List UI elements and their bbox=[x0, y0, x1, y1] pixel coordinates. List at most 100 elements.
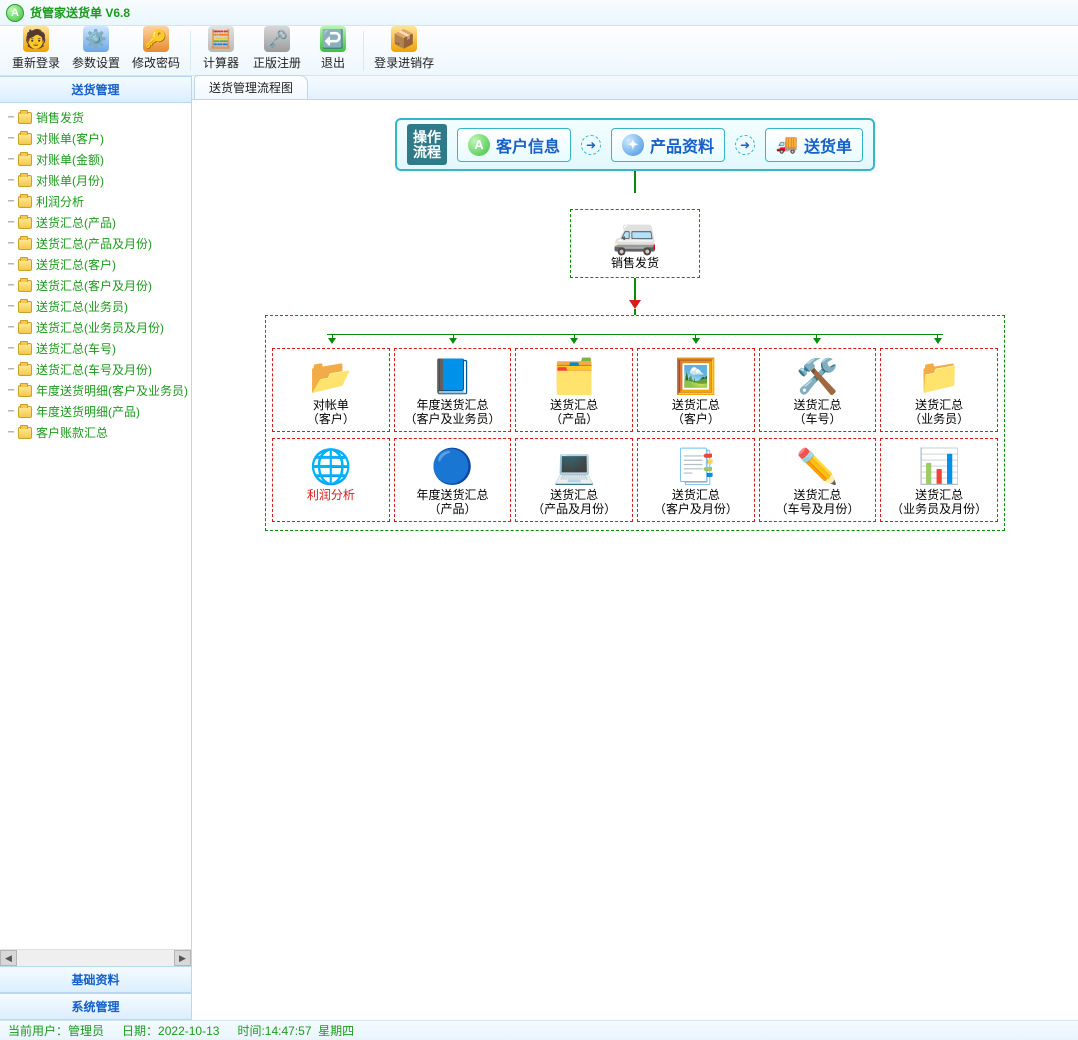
tab-flowchart[interactable]: 送货管理流程图 bbox=[194, 75, 308, 99]
tree-branch-icon: ⋯ bbox=[8, 133, 14, 144]
cell-icon: 🔵 bbox=[397, 445, 509, 489]
tree-item[interactable]: ⋯送货汇总(业务员) bbox=[4, 296, 191, 317]
tabbar: 送货管理流程图 bbox=[192, 76, 1078, 100]
statusbar: 当前用户：管理员 日期：2022-10-13 时间:14:47:57 星期四 bbox=[0, 1020, 1078, 1040]
toolbar-label: 修改密码 bbox=[132, 54, 180, 71]
flow-step-delivery[interactable]: 🚚 送货单 bbox=[765, 128, 863, 162]
folder-icon bbox=[18, 322, 32, 334]
flow-step-label: 送货单 bbox=[804, 133, 852, 157]
tree-item[interactable]: ⋯销售发货 bbox=[4, 107, 191, 128]
tree-item[interactable]: ⋯对账单(金额) bbox=[4, 149, 191, 170]
grid-cell[interactable]: 📑送货汇总 （客户及月份） bbox=[637, 438, 755, 522]
grid-cell[interactable]: 💻送货汇总 （产品及月份） bbox=[515, 438, 633, 522]
tree-item[interactable]: ⋯对账单(月份) bbox=[4, 170, 191, 191]
tree-branch-icon: ⋯ bbox=[8, 154, 14, 165]
toolbar-register-button[interactable]: 🗝️正版注册 bbox=[247, 24, 307, 73]
grid-connector bbox=[272, 326, 998, 344]
cell-label: 利润分析 bbox=[275, 489, 387, 503]
tree-branch-icon: ⋯ bbox=[8, 406, 14, 417]
grid-cell[interactable]: 📘年度送货汇总 （客户及业务员） bbox=[394, 348, 512, 432]
scroll-left-icon[interactable]: ◀ bbox=[0, 950, 17, 966]
tree-item[interactable]: ⋯送货汇总(车号及月份) bbox=[4, 359, 191, 380]
loginjxc-icon: 📦 bbox=[391, 26, 417, 52]
main-area: 送货管理 ⋯销售发货⋯对账单(客户)⋯对账单(金额)⋯对账单(月份)⋯利润分析⋯… bbox=[0, 76, 1078, 1020]
grid-row: 🌐利润分析🔵年度送货汇总 （产品）💻送货汇总 （产品及月份）📑送货汇总 （客户及… bbox=[272, 438, 998, 522]
folder-icon bbox=[18, 133, 32, 145]
toolbar-calc-button[interactable]: 🧮计算器 bbox=[195, 24, 247, 73]
folder-icon bbox=[18, 406, 32, 418]
tree-item-label: 年度送货明细(客户及业务员) bbox=[36, 382, 188, 399]
grid-cell[interactable]: 🌐利润分析 bbox=[272, 438, 390, 522]
flow-connector bbox=[634, 278, 636, 300]
toolbar-chgpwd-button[interactable]: 🔑 修改密码 bbox=[126, 24, 186, 73]
tree-item-label: 送货汇总(业务员及月份) bbox=[36, 319, 164, 336]
folder-icon bbox=[18, 280, 32, 292]
grid-cell[interactable]: 📁送货汇总 （业务员） bbox=[880, 348, 998, 432]
chgpwd-icon: 🔑 bbox=[143, 26, 169, 52]
tree-branch-icon: ⋯ bbox=[8, 217, 14, 228]
tree-item[interactable]: ⋯送货汇总(车号) bbox=[4, 338, 191, 359]
tree-item[interactable]: ⋯ 对账单(客户) bbox=[4, 128, 191, 149]
tree-item[interactable]: ⋯ 年度送货明细(客户及业务员) bbox=[4, 380, 191, 401]
grid-cell[interactable]: 📂对帐单 （客户） bbox=[272, 348, 390, 432]
sidebar-scrollbar[interactable]: ◀ ▶ bbox=[0, 949, 191, 966]
tree-item-label: 送货汇总(客户及月份) bbox=[36, 277, 152, 294]
cell-icon: 💻 bbox=[518, 445, 630, 489]
tree-branch-icon: ⋯ bbox=[8, 385, 14, 396]
sidebar: 送货管理 ⋯销售发货⋯对账单(客户)⋯对账单(金额)⋯对账单(月份)⋯利润分析⋯… bbox=[0, 76, 192, 1020]
tree-item-label: 送货汇总(产品) bbox=[36, 214, 116, 231]
folder-icon bbox=[18, 343, 32, 355]
folder-icon bbox=[18, 385, 32, 397]
cell-icon: 📂 bbox=[275, 355, 387, 399]
flow-arrow-icon: ➜ bbox=[735, 135, 755, 155]
tree-item[interactable]: ⋯送货汇总(产品及月份) bbox=[4, 233, 191, 254]
cell-icon: 🛠️ bbox=[762, 355, 874, 399]
toolbar-relogin-button[interactable]: 🧑重新登录 bbox=[6, 24, 66, 73]
scroll-right-icon[interactable]: ▶ bbox=[174, 950, 191, 966]
tree-branch-icon: ⋯ bbox=[8, 175, 14, 186]
tree-item[interactable]: ⋯送货汇总(业务员及月份) bbox=[4, 317, 191, 338]
tree-item[interactable]: ⋯ 送货汇总(产品) bbox=[4, 212, 191, 233]
tree-item[interactable]: ⋯利润分析 bbox=[4, 191, 191, 212]
content: 送货管理流程图 操作 流程 A 客户信息 ➜ ✦ 产品资料 ➜ 🚚 送货单 bbox=[192, 76, 1078, 1020]
toolbar-label: 正版注册 bbox=[253, 54, 301, 71]
grid-cell[interactable]: 🗂️送货汇总 （产品） bbox=[515, 348, 633, 432]
flow-step-customer[interactable]: A 客户信息 bbox=[457, 128, 571, 162]
app-title: 货管家送货单 V6.8 bbox=[30, 4, 130, 21]
tree-item[interactable]: ⋯送货汇总(客户) bbox=[4, 254, 191, 275]
cell-label: 送货汇总 （客户） bbox=[640, 399, 752, 427]
toolbar-label: 登录进销存 bbox=[374, 54, 434, 71]
grid-cell[interactable]: 🔵年度送货汇总 （产品） bbox=[394, 438, 512, 522]
sidebar-header-delivery[interactable]: 送货管理 bbox=[0, 76, 191, 103]
tree-item[interactable]: ⋯送货汇总(客户及月份) bbox=[4, 275, 191, 296]
tree-item[interactable]: ⋯客户账款汇总 bbox=[4, 422, 191, 443]
toolbar-params-button[interactable]: ⚙️参数设置 bbox=[66, 24, 126, 73]
folder-icon bbox=[18, 175, 32, 187]
sidebar-section-basicdata[interactable]: 基础资料 bbox=[0, 966, 191, 993]
flow-connector bbox=[634, 171, 636, 193]
status-user: 当前用户：管理员 bbox=[8, 1022, 104, 1039]
sidebar-section-sysadmin[interactable]: 系统管理 bbox=[0, 993, 191, 1020]
grid-cell[interactable]: 📊送货汇总 （业务员及月份） bbox=[880, 438, 998, 522]
flow-top: 操作 流程 A 客户信息 ➜ ✦ 产品资料 ➜ 🚚 送货单 bbox=[395, 118, 875, 171]
scroll-track[interactable] bbox=[17, 950, 174, 966]
toolbar-loginjxc-button[interactable]: 📦 登录进销存 bbox=[368, 24, 440, 73]
customer-icon: A bbox=[468, 134, 490, 156]
tree-branch-icon: ⋯ bbox=[8, 301, 14, 312]
tree-item-label: 客户账款汇总 bbox=[36, 424, 108, 441]
node-sales-delivery[interactable]: 🚐 销售发货 bbox=[570, 209, 700, 278]
flow-step-label: 客户信息 bbox=[496, 133, 560, 157]
toolbar-exit-button[interactable]: ↩️退出 bbox=[307, 24, 359, 73]
cell-label: 对帐单 （客户） bbox=[275, 399, 387, 427]
tree-item[interactable]: ⋯年度送货明细(产品) bbox=[4, 401, 191, 422]
grid-cell[interactable]: 🖼️送货汇总 （客户） bbox=[637, 348, 755, 432]
tree-branch-icon: ⋯ bbox=[8, 259, 14, 270]
grid-cell[interactable]: 🛠️送货汇总 （车号） bbox=[759, 348, 877, 432]
cell-label: 年度送货汇总 （客户及业务员） bbox=[397, 399, 509, 427]
tree-item-label: 对账单(客户) bbox=[36, 130, 104, 147]
flow-step-product[interactable]: ✦ 产品资料 bbox=[611, 128, 725, 162]
cell-icon: ✏️ bbox=[762, 445, 874, 489]
status-time: 时间:14:47:57 星期四 bbox=[237, 1022, 354, 1039]
grid-cell[interactable]: ✏️送货汇总 （车号及月份） bbox=[759, 438, 877, 522]
flow-step-label: 产品资料 bbox=[650, 133, 714, 157]
